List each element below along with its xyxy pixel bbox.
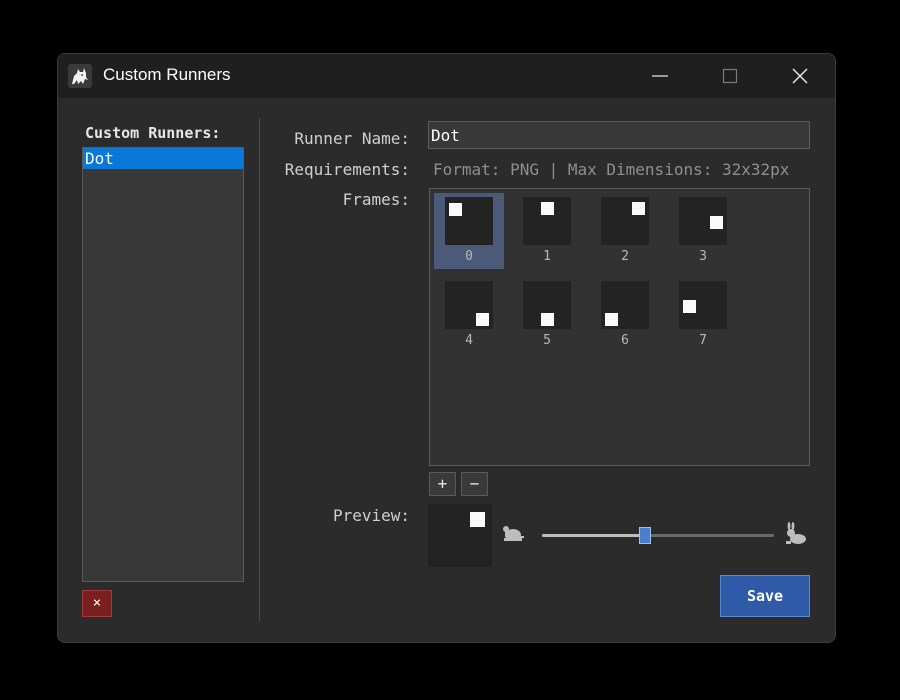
frame-thumbnail[interactable]: 6 — [590, 277, 660, 353]
custom-runners-header: Custom Runners: — [85, 124, 221, 142]
frame-thumbnail[interactable]: 5 — [512, 277, 582, 353]
preview-label: Preview: — [332, 506, 410, 525]
title-bar: Custom Runners — [58, 54, 835, 98]
cat-icon — [68, 64, 92, 88]
frame-label: 2 — [621, 249, 629, 264]
turtle-icon — [503, 526, 524, 541]
frame-label: 5 — [543, 333, 551, 348]
requirements-text: Format: PNG | Max Dimensions: 32x32px — [433, 160, 790, 179]
frame-thumbnail[interactable]: 0 — [434, 193, 504, 269]
rabbit-icon — [786, 522, 806, 544]
frame-label: 1 — [543, 249, 551, 264]
save-button[interactable]: Save — [720, 575, 810, 617]
add-frame-button[interactable]: + — [429, 472, 456, 496]
animation-preview — [428, 504, 492, 567]
frame-thumbnail[interactable]: 3 — [668, 193, 738, 269]
remove-frame-button[interactable]: − — [461, 472, 488, 496]
maximize-button[interactable] — [695, 54, 765, 98]
close-icon — [792, 68, 808, 84]
close-button[interactable] — [765, 54, 835, 98]
minimize-button[interactable] — [625, 54, 695, 98]
delete-runner-button[interactable]: × — [82, 590, 112, 617]
slider-fill — [542, 534, 645, 537]
requirements-label: Requirements: — [284, 160, 410, 179]
minimize-icon — [652, 75, 668, 77]
frame-thumbnail[interactable]: 1 — [512, 193, 582, 269]
frame-label: 0 — [465, 249, 473, 264]
maximize-icon — [722, 68, 738, 84]
frames-label: Frames: — [342, 190, 410, 209]
speed-slider[interactable] — [542, 524, 774, 548]
frame-label: 6 — [621, 333, 629, 348]
frame-thumbnail[interactable]: 7 — [668, 277, 738, 353]
runner-name-input[interactable] — [428, 121, 810, 149]
slider-thumb[interactable] — [639, 527, 651, 544]
frame-label: 7 — [699, 333, 707, 348]
frame-label: 3 — [699, 249, 707, 264]
custom-runners-window: Custom Runners Custom Runners: Dot × Run… — [57, 53, 836, 643]
frames-grid: 0 1 2 3 4 5 6 7 — [429, 188, 810, 466]
window-title: Custom Runners — [103, 65, 231, 84]
frame-label: 4 — [465, 333, 473, 348]
frame-thumbnail[interactable]: 2 — [590, 193, 660, 269]
runner-name-label: Runner Name: — [294, 129, 410, 148]
frame-thumbnail[interactable]: 4 — [434, 277, 504, 353]
